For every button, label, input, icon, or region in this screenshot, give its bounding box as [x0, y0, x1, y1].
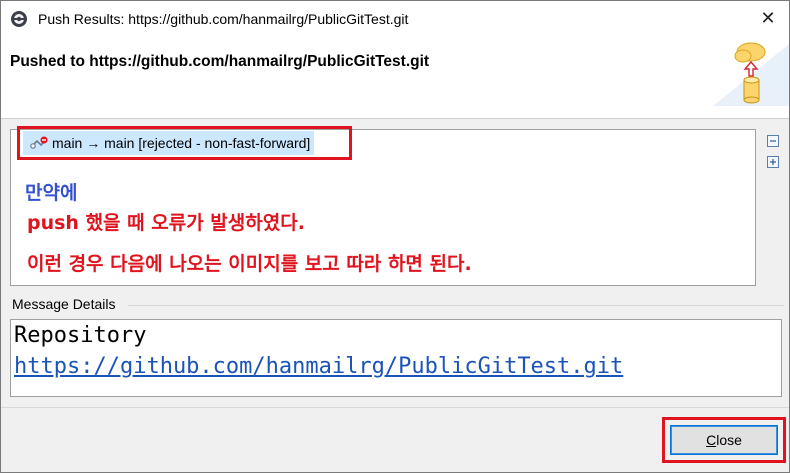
footer-separator [1, 407, 789, 408]
repository-label: Repository [14, 323, 147, 348]
annotation-line-3: 이런 경우 다음에 나오는 이미지를 보고 따라 하면 된다. [27, 253, 472, 275]
message-details-label: Message Details [12, 296, 116, 312]
window-close-button[interactable]: ✕ [753, 5, 783, 33]
close-button-mnemonic: C [706, 432, 717, 448]
push-summary-message: Pushed to https://github.com/hanmailrg/P… [10, 53, 430, 70]
annotation-line-2: push 했을 때 오류가 발생하였다. [27, 212, 305, 234]
close-button-label: lose [716, 432, 742, 448]
window-title: Push Results: https://github.com/hanmail… [38, 11, 409, 27]
ref-highlight-box [17, 126, 352, 160]
collapse-all-icon[interactable] [766, 134, 780, 148]
dialog-header: Pushed to https://github.com/hanmailrg/P… [1, 38, 789, 119]
annotation-line-1: 만약에 [25, 182, 78, 204]
repository-url-link[interactable]: https://github.com/hanmailrg/PublicGitTe… [14, 354, 623, 379]
title-bar: Push Results: https://github.com/hanmail… [1, 1, 789, 38]
close-button[interactable]: Close [670, 425, 778, 455]
expand-all-icon[interactable] [766, 155, 780, 169]
eclipse-gear-icon [11, 11, 27, 27]
push-to-cloud-icon [713, 42, 789, 106]
message-details-separator [128, 305, 784, 306]
push-results-dialog: Push Results: https://github.com/hanmail… [0, 0, 790, 473]
